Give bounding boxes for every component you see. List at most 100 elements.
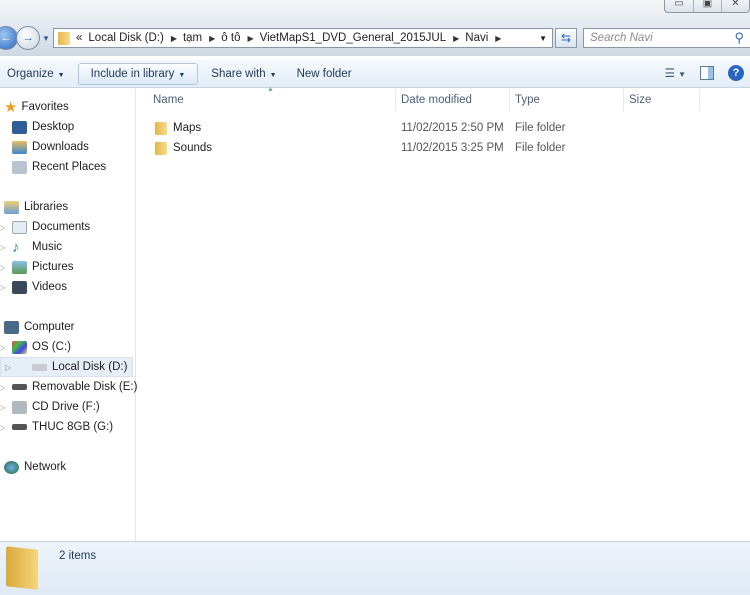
expand-icon[interactable]: ▷ <box>0 283 5 292</box>
new-folder-button[interactable]: New folder <box>290 64 359 84</box>
sidebar-item-os-c[interactable]: ▷ OS (C:) <box>0 337 71 357</box>
minimize-button[interactable]: ▭ <box>665 0 693 12</box>
expand-icon[interactable]: ▷ <box>5 363 11 372</box>
organize-button[interactable]: Organize ▼ <box>0 64 72 84</box>
column-header-type[interactable]: Type <box>510 89 624 111</box>
address-bar[interactable]: « Local Disk (D:) ▶ tạm ▶ ô tô ▶ VietMapS1_… <box>53 28 553 48</box>
forward-button[interactable]: → <box>16 26 40 50</box>
folder-icon <box>155 121 167 135</box>
chevron-right-icon[interactable]: ▶ <box>495 34 501 43</box>
file-row[interactable]: Maps 11/02/2015 2:50 PM File folder <box>137 118 637 138</box>
folder-icon <box>58 31 70 45</box>
label: OS (C:) <box>32 341 71 353</box>
music-icon: ♪ <box>12 238 20 256</box>
expand-icon[interactable]: ▷ <box>0 403 5 412</box>
chevron-right-icon[interactable]: ▶ <box>453 34 459 43</box>
expand-icon[interactable]: ▷ <box>0 423 5 432</box>
label: Favorites <box>21 101 69 113</box>
downloads-icon <box>12 140 27 154</box>
label: Libraries <box>24 201 69 213</box>
window-controls: ▭ ▣ ✕ <box>664 0 750 13</box>
file-date: 11/02/2015 3:25 PM <box>401 142 504 154</box>
label: Size <box>629 94 652 106</box>
organize-label: Organize <box>7 67 54 80</box>
sidebar-item-pictures[interactable]: ▷ Pictures <box>0 257 74 277</box>
sidebar-item-downloads[interactable]: Downloads <box>12 137 89 157</box>
expand-icon[interactable]: ▷ <box>0 243 5 252</box>
sidebar-item-removable-disk-e[interactable]: ▷ Removable Disk (E:) <box>0 377 138 397</box>
breadcrumb-local-disk[interactable]: Local Disk (D:) <box>88 32 163 44</box>
sidebar-item-cd-drive-f[interactable]: ▷ CD Drive (F:) <box>0 397 100 417</box>
expand-icon[interactable]: ▷ <box>0 343 5 352</box>
file-list: Name ▲ Date modified Type Size Maps 11/02… <box>137 86 750 541</box>
title-bar: ▭ ▣ ✕ ← → ▼ « Local Disk (D:) ▶ tạm ▶ ô tô… <box>0 0 750 56</box>
file-type: File folder <box>515 122 566 134</box>
label: Removable Disk (E:) <box>32 381 138 393</box>
details-pane: 2 items <box>0 541 750 595</box>
sidebar-item-videos[interactable]: ▷ Videos <box>0 277 67 297</box>
breadcrumb-vietmap[interactable]: VietMapS1_DVD_General_2015JUL <box>260 32 446 44</box>
label: Type <box>515 94 540 106</box>
new-folder-label: New folder <box>296 67 352 80</box>
sidebar-item-libraries[interactable]: Libraries <box>4 197 68 217</box>
file-row[interactable]: Sounds 11/02/2015 3:25 PM File folder <box>137 138 637 158</box>
network-icon <box>4 460 19 474</box>
breadcrumb-navi[interactable]: Navi <box>465 32 488 44</box>
recent-pages-dropdown[interactable]: ▼ <box>42 34 50 43</box>
breadcrumb-overflow[interactable]: « <box>76 32 82 44</box>
file-name: Sounds <box>173 142 213 154</box>
chevron-right-icon[interactable]: ▶ <box>209 34 215 43</box>
preview-pane-icon[interactable] <box>700 66 714 80</box>
file-type: File folder <box>515 142 566 154</box>
close-button[interactable]: ✕ <box>721 0 749 12</box>
expand-icon[interactable]: ▷ <box>0 223 5 232</box>
share-with-button[interactable]: Share with ▼ <box>204 64 283 84</box>
search-icon[interactable]: ⚲ <box>734 30 744 46</box>
recent-places-icon <box>12 160 27 174</box>
chevron-down-icon: ▼ <box>269 71 277 79</box>
label: Network <box>24 461 67 473</box>
navigation-pane: ★ Favorites Desktop Downloads Recent Plac… <box>0 89 138 541</box>
help-icon[interactable]: ? <box>728 65 744 81</box>
sidebar-item-network[interactable]: Network <box>4 457 66 477</box>
documents-icon <box>12 220 27 234</box>
item-count: 2 items <box>59 550 97 562</box>
expand-icon[interactable]: ▷ <box>0 263 5 272</box>
sidebar-item-music[interactable]: ▷ ♪ Music <box>0 237 62 257</box>
file-name: Maps <box>173 122 202 134</box>
search-input[interactable]: Search Navi ⚲ <box>583 28 750 48</box>
sidebar-item-documents[interactable]: ▷ Documents <box>0 217 91 237</box>
breadcrumb-o-to[interactable]: ô tô <box>221 32 240 44</box>
label: Name <box>153 94 184 106</box>
label: THUC 8GB (G:) <box>32 421 114 433</box>
column-header-date-modified[interactable]: Date modified <box>396 89 510 111</box>
include-in-library-button[interactable]: Include in library ▼ <box>77 62 199 85</box>
refresh-button[interactable]: ⇆ <box>555 28 577 48</box>
folder-icon <box>155 141 167 155</box>
sidebar-item-thuc-g[interactable]: ▷ THUC 8GB (G:) <box>0 417 114 437</box>
sidebar-item-desktop[interactable]: Desktop <box>12 117 74 137</box>
sidebar-item-local-disk-d[interactable]: ▷ Local Disk (D:) <box>0 357 133 377</box>
sidebar-item-recent-places[interactable]: Recent Places <box>12 157 106 177</box>
label: Date modified <box>401 94 472 106</box>
view-options-icon[interactable]: ☰ ▼ <box>665 66 686 80</box>
desktop-icon <box>12 120 27 134</box>
restore-button[interactable]: ▣ <box>693 0 721 12</box>
label: Pictures <box>32 261 74 273</box>
label: CD Drive (F:) <box>32 401 100 413</box>
label: Computer <box>24 321 75 333</box>
column-header-size[interactable]: Size <box>624 89 700 111</box>
chevron-down-icon: ▼ <box>178 71 186 79</box>
label: Local Disk (D:) <box>52 361 128 373</box>
column-header-name[interactable]: Name ▲ <box>137 86 396 111</box>
navigation-buttons: ← → ▼ <box>0 26 50 50</box>
chevron-right-icon[interactable]: ▶ <box>171 34 177 43</box>
chevron-right-icon[interactable]: ▶ <box>247 34 253 43</box>
expand-icon[interactable]: ▷ <box>0 383 5 392</box>
sidebar-item-favorites[interactable]: ★ Favorites <box>4 97 69 117</box>
address-dropdown-icon[interactable]: ▼ <box>539 34 547 43</box>
sidebar-item-computer[interactable]: Computer <box>4 317 75 337</box>
breadcrumb-tam[interactable]: tạm <box>183 32 202 44</box>
file-date: 11/02/2015 2:50 PM <box>401 122 504 134</box>
label: Documents <box>32 221 91 233</box>
